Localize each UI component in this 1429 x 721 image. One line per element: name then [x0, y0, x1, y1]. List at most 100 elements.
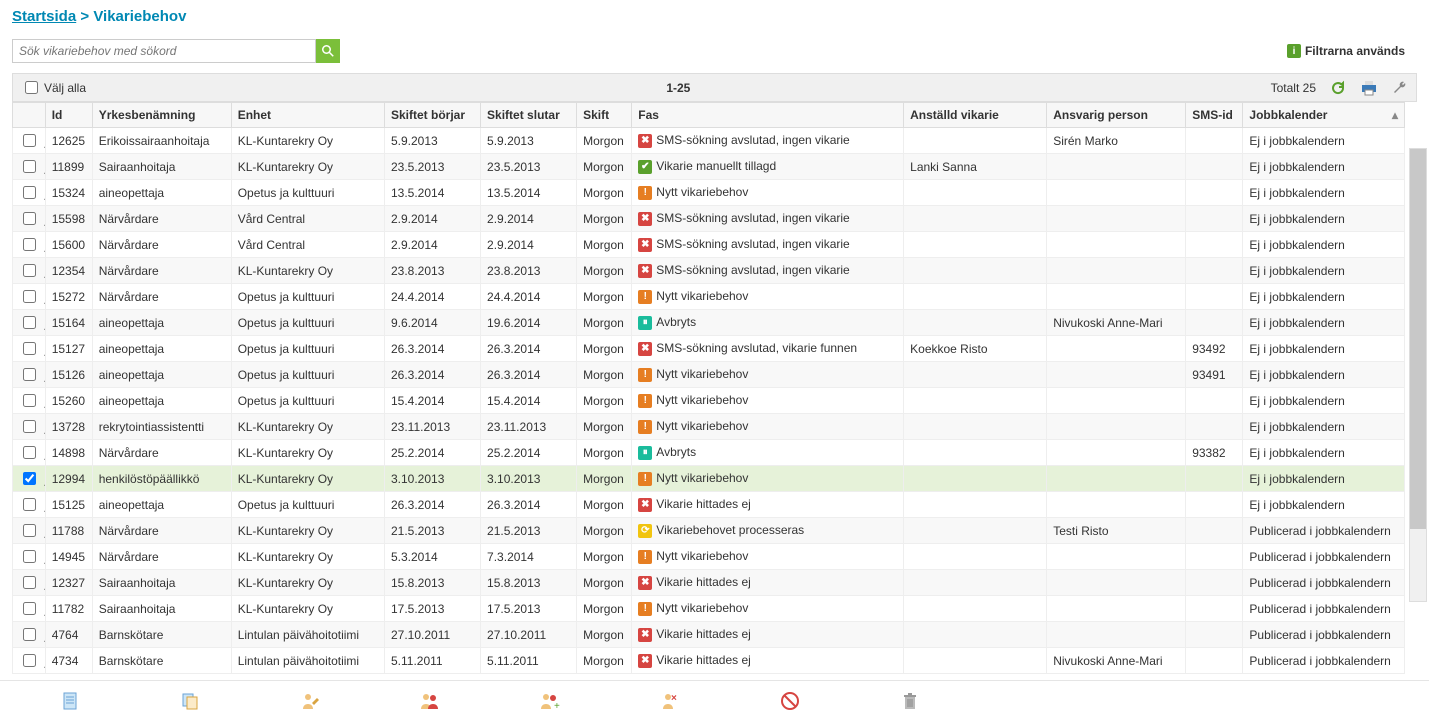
- footer-action-4[interactable]: [400, 691, 460, 711]
- row-checkbox[interactable]: [23, 316, 36, 329]
- cell-job: aineopettaja: [92, 336, 231, 362]
- col-id[interactable]: Id: [45, 103, 92, 128]
- cell-phase: !Nytt vikariebehov: [632, 388, 904, 414]
- cell-id: 15125: [45, 492, 92, 518]
- footer-action-6[interactable]: ×: [640, 691, 700, 711]
- footer-action-2[interactable]: [160, 691, 220, 711]
- row-checkbox[interactable]: [23, 420, 36, 433]
- row-checkbox[interactable]: [23, 602, 36, 615]
- cell-sms: [1186, 388, 1243, 414]
- select-all-checkbox[interactable]: [25, 81, 38, 94]
- cell-end: 2.9.2014: [481, 232, 577, 258]
- cell-shift: Morgon: [577, 336, 632, 362]
- print-button[interactable]: [1360, 80, 1378, 96]
- table-row[interactable]: 14945NärvårdareKL-Kuntarekry Oy5.3.20147…: [13, 544, 1405, 570]
- table-row[interactable]: 4764BarnskötareLintulan päivähoitotiimi2…: [13, 622, 1405, 648]
- row-checkbox[interactable]: [23, 550, 36, 563]
- row-checkbox[interactable]: [23, 342, 36, 355]
- table-row[interactable]: 12994henkilöstöpäällikköKL-Kuntarekry Oy…: [13, 466, 1405, 492]
- cell-unit: Lintulan päivähoitotiimi: [231, 622, 384, 648]
- table-row[interactable]: 13728rekrytointiassistenttiKL-Kuntarekry…: [13, 414, 1405, 440]
- col-job[interactable]: Yrkesbenämning: [92, 103, 231, 128]
- footer-action-7[interactable]: [760, 691, 820, 711]
- cell-phase: !Nytt vikariebehov: [632, 362, 904, 388]
- col-end[interactable]: Skiftet slutar: [481, 103, 577, 128]
- cell-sms: [1186, 284, 1243, 310]
- row-checkbox[interactable]: [23, 576, 36, 589]
- filters-indicator[interactable]: i Filtrarna används: [1287, 44, 1417, 58]
- row-checkbox[interactable]: [23, 238, 36, 251]
- refresh-button[interactable]: [1330, 80, 1346, 96]
- cell-calendar: Ej i jobbkalendern: [1243, 310, 1405, 336]
- row-checkbox[interactable]: [23, 160, 36, 173]
- table-row[interactable]: 15272NärvårdareOpetus ja kulttuuri24.4.2…: [13, 284, 1405, 310]
- cell-sms: [1186, 492, 1243, 518]
- row-checkbox[interactable]: [23, 498, 36, 511]
- table-row[interactable]: 11899SairaanhoitajaKL-Kuntarekry Oy23.5.…: [13, 154, 1405, 180]
- table-row[interactable]: 15598NärvårdareVård Central2.9.20142.9.2…: [13, 206, 1405, 232]
- cell-end: 17.5.2013: [481, 596, 577, 622]
- footer-action-1[interactable]: [40, 691, 100, 711]
- table-row[interactable]: 15324aineopettajaOpetus ja kulttuuri13.5…: [13, 180, 1405, 206]
- cell-phase: !Nytt vikariebehov: [632, 544, 904, 570]
- row-checkbox[interactable]: [23, 134, 36, 147]
- col-sms[interactable]: SMS-id: [1186, 103, 1243, 128]
- scrollbar-thumb[interactable]: [1410, 149, 1426, 529]
- col-phase[interactable]: Fas: [632, 103, 904, 128]
- settings-button[interactable]: [1392, 80, 1408, 96]
- cell-shift: Morgon: [577, 362, 632, 388]
- table-row[interactable]: 15125aineopettajaOpetus ja kulttuuri26.3…: [13, 492, 1405, 518]
- col-unit[interactable]: Enhet: [231, 103, 384, 128]
- table-row[interactable]: 11788NärvårdareKL-Kuntarekry Oy21.5.2013…: [13, 518, 1405, 544]
- footer-action-8[interactable]: [880, 691, 940, 711]
- cell-id: 14945: [45, 544, 92, 570]
- col-shift[interactable]: Skift: [577, 103, 632, 128]
- col-responsible[interactable]: Ansvarig person: [1047, 103, 1186, 128]
- row-checkbox[interactable]: [23, 186, 36, 199]
- row-checkbox[interactable]: [23, 446, 36, 459]
- table-row[interactable]: 15127aineopettajaOpetus ja kulttuuri26.3…: [13, 336, 1405, 362]
- row-checkbox[interactable]: [23, 394, 36, 407]
- cell-start: 24.4.2014: [384, 284, 480, 310]
- footer-action-3[interactable]: [280, 691, 340, 711]
- search-input[interactable]: [12, 39, 316, 63]
- table-row[interactable]: 11782SairaanhoitajaKL-Kuntarekry Oy17.5.…: [13, 596, 1405, 622]
- footer-action-5[interactable]: +: [520, 691, 580, 711]
- cell-calendar: Publicerad i jobbkalendern: [1243, 518, 1405, 544]
- row-checkbox[interactable]: [23, 472, 36, 485]
- table-row[interactable]: 15600NärvårdareVård Central2.9.20142.9.2…: [13, 232, 1405, 258]
- search-button[interactable]: [316, 39, 340, 63]
- col-start[interactable]: Skiftet börjar: [384, 103, 480, 128]
- row-checkbox[interactable]: [23, 628, 36, 641]
- row-checkbox[interactable]: [23, 524, 36, 537]
- table-row[interactable]: 15164aineopettajaOpetus ja kulttuuri9.6.…: [13, 310, 1405, 336]
- cell-assigned: [904, 596, 1047, 622]
- cell-sms: [1186, 180, 1243, 206]
- cell-sms: [1186, 648, 1243, 674]
- table-row[interactable]: 15126aineopettajaOpetus ja kulttuuri26.3…: [13, 362, 1405, 388]
- row-checkbox[interactable]: [23, 368, 36, 381]
- col-assigned[interactable]: Anställd vikarie: [904, 103, 1047, 128]
- cell-calendar: Ej i jobbkalendern: [1243, 258, 1405, 284]
- table-row[interactable]: 12625ErikoissairaanhoitajaKL-Kuntarekry …: [13, 128, 1405, 154]
- row-checkbox[interactable]: [23, 290, 36, 303]
- row-checkbox[interactable]: [23, 212, 36, 225]
- table-row[interactable]: 12354NärvårdareKL-Kuntarekry Oy23.8.2013…: [13, 258, 1405, 284]
- breadcrumb-home[interactable]: Startsida: [12, 8, 76, 25]
- cell-job: Erikoissairaanhoitaja: [92, 128, 231, 154]
- table-row[interactable]: 12327SairaanhoitajaKL-Kuntarekry Oy15.8.…: [13, 570, 1405, 596]
- forbidden-icon: [780, 691, 800, 711]
- row-checkbox[interactable]: [23, 264, 36, 277]
- table-row[interactable]: 4734BarnskötareLintulan päivähoitotiimi5…: [13, 648, 1405, 674]
- table-row[interactable]: 14898NärvårdareKL-Kuntarekry Oy25.2.2014…: [13, 440, 1405, 466]
- cell-start: 5.9.2013: [384, 128, 480, 154]
- cell-calendar: Ej i jobbkalendern: [1243, 388, 1405, 414]
- cell-shift: Morgon: [577, 232, 632, 258]
- cell-sms: 93491: [1186, 362, 1243, 388]
- table-row[interactable]: 15260aineopettajaOpetus ja kulttuuri15.4…: [13, 388, 1405, 414]
- scrollbar[interactable]: [1409, 148, 1427, 602]
- cell-calendar: Ej i jobbkalendern: [1243, 440, 1405, 466]
- cell-start: 3.10.2013: [384, 466, 480, 492]
- cell-id: 11899: [45, 154, 92, 180]
- col-calendar[interactable]: Jobbkalender ▴: [1243, 103, 1405, 128]
